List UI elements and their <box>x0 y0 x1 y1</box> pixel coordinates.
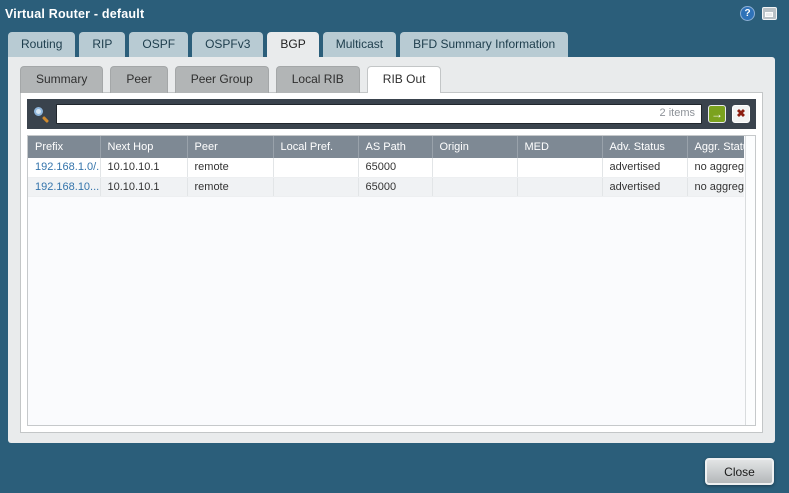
cell-prefix[interactable]: 192.168.10.... <box>28 177 100 196</box>
tab-ospfv3[interactable]: OSPFv3 <box>192 32 263 57</box>
subtab-local-rib[interactable]: Local RIB <box>276 66 360 93</box>
tab-routing[interactable]: Routing <box>8 32 75 57</box>
window-resize-icon-inner <box>765 12 773 17</box>
scrollbar-track[interactable] <box>745 136 755 425</box>
subtab-summary[interactable]: Summary <box>20 66 103 93</box>
cell-local-pref <box>273 177 358 196</box>
column-header-origin[interactable]: Origin <box>432 136 517 158</box>
x-icon: ✖ <box>736 109 745 120</box>
clear-filter-button[interactable]: ✖ <box>732 105 750 123</box>
cell-origin <box>432 177 517 196</box>
cell-aggr-status: no aggregate <box>687 158 744 177</box>
rib-out-table: PrefixNext HopPeerLocal Pref.AS PathOrig… <box>28 136 744 197</box>
search-field-wrap: 2 items <box>56 104 702 124</box>
titlebar-icons: ? <box>740 6 777 21</box>
help-icon[interactable]: ? <box>740 6 755 21</box>
cell-aggr-status: no aggregate <box>687 177 744 196</box>
cell-med <box>517 158 602 177</box>
bgp-panel: Summary Peer Peer Group Local RIB RIB Out 2 … <box>8 57 775 443</box>
cell-peer: remote <box>187 177 273 196</box>
cell-local-pref <box>273 158 358 177</box>
apply-filter-button[interactable]: → <box>708 105 726 123</box>
cell-as-path: 65000 <box>358 158 432 177</box>
cell-next-hop: 10.10.10.1 <box>100 158 187 177</box>
tab-rip[interactable]: RIP <box>79 32 125 57</box>
cell-adv-status: advertised <box>602 158 687 177</box>
tab-ospf[interactable]: OSPF <box>129 32 188 57</box>
dialog-footer: Close <box>0 443 789 493</box>
rib-out-table-wrap: PrefixNext HopPeerLocal Pref.AS PathOrig… <box>27 135 756 426</box>
cell-adv-status: advertised <box>602 177 687 196</box>
table-header-row: PrefixNext HopPeerLocal Pref.AS PathOrig… <box>28 136 744 158</box>
subtab-peer[interactable]: Peer <box>110 66 167 93</box>
column-header-peer[interactable]: Peer <box>187 136 273 158</box>
tab-multicast[interactable]: Multicast <box>323 32 396 57</box>
close-button[interactable]: Close <box>705 458 774 485</box>
cell-prefix[interactable]: 192.168.1.0/... <box>28 158 100 177</box>
column-header-aggr-status[interactable]: Aggr. Status <box>687 136 744 158</box>
column-header-as-path[interactable]: AS Path <box>358 136 432 158</box>
column-header-med[interactable]: MED <box>517 136 602 158</box>
secondary-tabs: Summary Peer Peer Group Local RIB RIB Out <box>20 66 763 93</box>
table-row[interactable]: 192.168.10....10.10.10.1remote 65000 adver… <box>28 177 744 196</box>
column-header-next-hop[interactable]: Next Hop <box>100 136 187 158</box>
tab-bfd-summary-information[interactable]: BFD Summary Information <box>400 32 568 57</box>
filter-toolbar: 2 items → ✖ <box>27 99 756 129</box>
window-resize-icon[interactable] <box>762 7 777 20</box>
dialog-titlebar: Virtual Router - default ? <box>0 0 789 27</box>
subtab-peer-group[interactable]: Peer Group <box>175 66 269 93</box>
dialog-title: Virtual Router - default <box>5 7 144 21</box>
cell-peer: remote <box>187 158 273 177</box>
arrow-right-icon: → <box>711 108 723 120</box>
tab-bgp[interactable]: BGP <box>267 32 318 57</box>
subtab-rib-out[interactable]: RIB Out <box>367 66 442 93</box>
table-row[interactable]: 192.168.1.0/...10.10.10.1remote 65000 adve… <box>28 158 744 177</box>
primary-tabs: RoutingRIPOSPFOSPFv3BGPMulticastBFD Summ… <box>8 32 789 57</box>
search-icon <box>33 106 50 123</box>
cell-origin <box>432 158 517 177</box>
cell-med <box>517 177 602 196</box>
virtual-router-dialog: Virtual Router - default ? RoutingRIPOSP… <box>0 0 789 493</box>
cell-next-hop: 10.10.10.1 <box>100 177 187 196</box>
column-header-local-pref[interactable]: Local Pref. <box>273 136 358 158</box>
column-header-adv-status[interactable]: Adv. Status <box>602 136 687 158</box>
column-header-prefix[interactable]: Prefix <box>28 136 100 158</box>
search-input[interactable] <box>56 104 702 124</box>
rib-out-card: 2 items → ✖ PrefixNext HopPeerLocal Pref <box>20 92 763 433</box>
cell-as-path: 65000 <box>358 177 432 196</box>
